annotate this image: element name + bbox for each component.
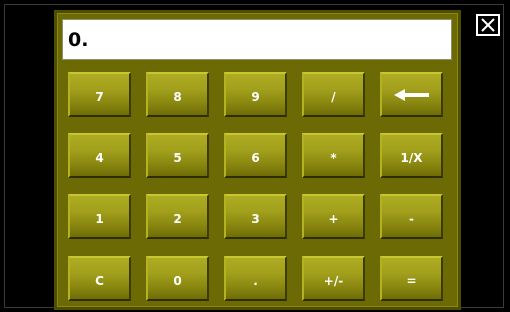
key-label: 3 — [251, 212, 260, 226]
key-label: C — [95, 274, 104, 288]
key-label: . — [253, 274, 258, 288]
key-label: - — [409, 212, 414, 226]
key-6[interactable]: 6 — [224, 133, 287, 178]
key-decimal[interactable]: . — [224, 256, 287, 301]
key-label: + — [328, 212, 339, 226]
key-minus[interactable]: - — [380, 194, 443, 239]
key-7[interactable]: 7 — [68, 72, 131, 117]
key-label: 5 — [173, 151, 182, 165]
key-sign-toggle[interactable]: +/- — [302, 256, 365, 301]
key-label: +/- — [323, 274, 344, 288]
key-label: 4 — [95, 151, 104, 165]
key-label: 8 — [173, 90, 182, 104]
key-label: 9 — [251, 90, 260, 104]
key-label: 6 — [251, 151, 260, 165]
key-label: 1/X — [400, 151, 423, 165]
key-plus[interactable]: + — [302, 194, 365, 239]
key-label: 1 — [95, 212, 104, 226]
key-label: * — [330, 151, 337, 165]
key-label: / — [331, 90, 336, 104]
key-equals[interactable]: = — [380, 256, 443, 301]
key-backspace[interactable] — [380, 72, 443, 117]
key-2[interactable]: 2 — [146, 194, 209, 239]
key-4[interactable]: 4 — [68, 133, 131, 178]
key-3[interactable]: 3 — [224, 194, 287, 239]
backspace-arrow-icon — [393, 89, 429, 101]
key-label: 2 — [173, 212, 182, 226]
key-label: 7 — [95, 90, 104, 104]
calculator-display: 0. — [62, 19, 452, 60]
key-label: = — [406, 274, 417, 288]
key-8[interactable]: 8 — [146, 72, 209, 117]
key-0[interactable]: 0 — [146, 256, 209, 301]
key-9[interactable]: 9 — [224, 72, 287, 117]
key-5[interactable]: 5 — [146, 133, 209, 178]
close-icon — [481, 18, 495, 32]
close-button[interactable] — [476, 14, 500, 36]
key-label: 0 — [173, 274, 182, 288]
key-clear[interactable]: C — [68, 256, 131, 301]
key-multiply[interactable]: * — [302, 133, 365, 178]
key-divide[interactable]: / — [302, 72, 365, 117]
key-1[interactable]: 1 — [68, 194, 131, 239]
key-reciprocal[interactable]: 1/X — [380, 133, 443, 178]
